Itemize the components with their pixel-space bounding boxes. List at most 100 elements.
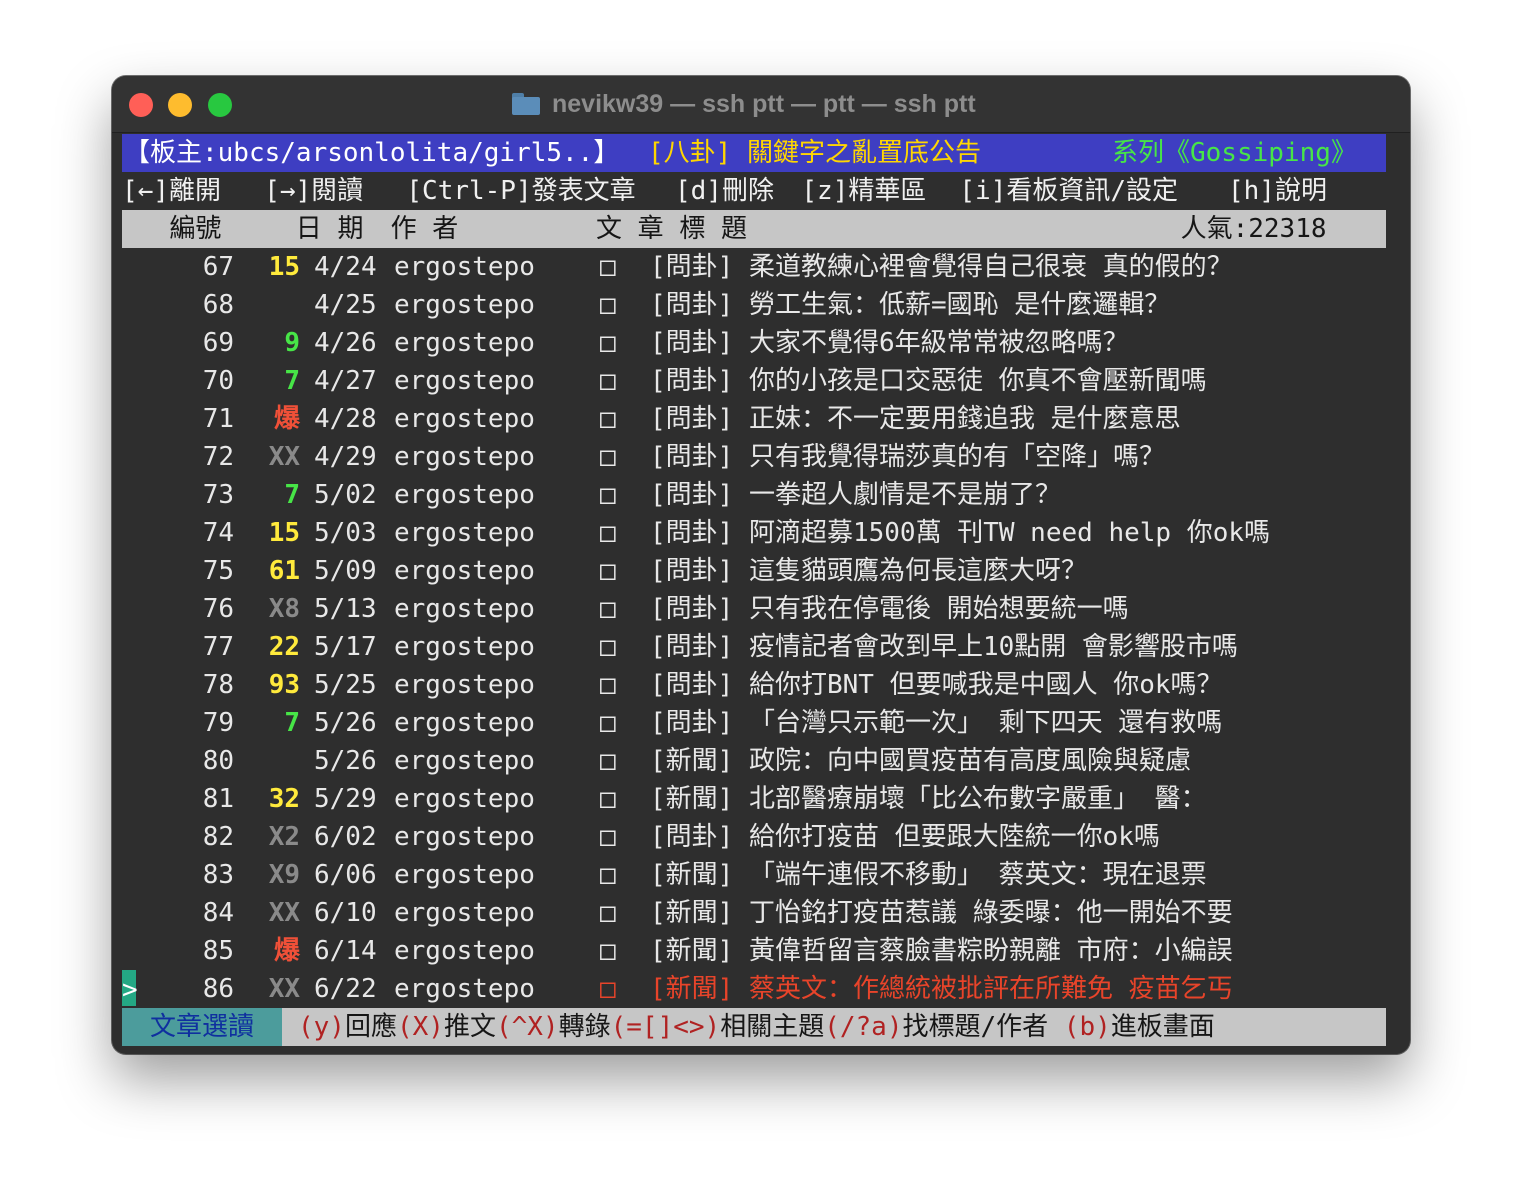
- post-number: 77: [202, 632, 234, 662]
- post-date: 5/03: [314, 518, 377, 548]
- help-text: 進板畫面: [1110, 1012, 1215, 1042]
- post-mark: □: [600, 898, 616, 928]
- post-mark: □: [600, 670, 616, 700]
- post-author: ergostepo: [394, 328, 535, 358]
- post-row[interactable]: 74 15 5/03 ergostepo □ [問卦] 阿滴超募1500萬 刊TW nee…: [122, 514, 1398, 552]
- minimize-button[interactable]: [168, 93, 192, 117]
- post-title: [問卦] 給你打BNT 但要喊我是中國人 你ok嗎？: [650, 670, 1223, 700]
- post-mark: □: [600, 290, 616, 320]
- post-date: 5/17: [314, 632, 377, 662]
- title-bar: nevikw39 — ssh ptt — ptt — ssh ptt: [112, 76, 1410, 133]
- post-author: ergostepo: [394, 442, 535, 472]
- post-row[interactable]: 85 爆 6/14 ergostepo □ [新聞] 黃偉哲留言蔡臉書粽盼親離 市府：小編…: [122, 932, 1398, 970]
- post-author: ergostepo: [394, 784, 535, 814]
- post-row[interactable]: 73 7 5/02 ergostepo □ [問卦] 一拳超人劇情是不是崩了？: [122, 476, 1398, 514]
- help-text: 回應: [344, 1012, 397, 1042]
- post-score: 爆: [273, 936, 300, 966]
- post-author: ergostepo: [394, 404, 535, 434]
- post-title: [問卦] 阿滴超募1500萬 刊TW need help 你ok嗎: [650, 518, 1271, 548]
- post-author: ergostepo: [394, 936, 535, 966]
- post-date: 5/26: [314, 708, 377, 738]
- post-number: 67: [202, 252, 234, 282]
- close-button[interactable]: [129, 93, 153, 117]
- post-score: 15: [268, 252, 300, 282]
- post-score: 7: [284, 366, 300, 396]
- post-date: 6/22: [314, 974, 377, 1004]
- post-row[interactable]: 76 X8 5/13 ergostepo □ [問卦] 只有我在停電後 開始想要統一嗎: [122, 590, 1398, 628]
- post-row[interactable]: 68 4/25 ergostepo □ [問卦] 勞工生氣：低薪=國恥 是什麼邏輯？: [122, 286, 1398, 324]
- post-row[interactable]: 79 7 5/26 ergostepo □ [問卦] 「台灣只示範一次」 剩下四天 還有救…: [122, 704, 1398, 742]
- post-row[interactable]: 69 9 4/26 ergostepo □ [問卦] 大家不覺得6年級常常被忽略嗎？: [122, 324, 1398, 362]
- post-title: [問卦] 一拳超人劇情是不是崩了？: [650, 480, 1061, 510]
- post-number: 84: [202, 898, 234, 928]
- post-title: [問卦] 柔道教練心裡會覺得自己很衰 真的假的？: [650, 252, 1233, 282]
- post-row[interactable]: 67 15 4/24 ergostepo □ [問卦] 柔道教練心裡會覺得自己很衰 真的假…: [122, 248, 1398, 286]
- menu-item[interactable]: [←]離開: [122, 172, 221, 210]
- help-key: (/?a): [824, 1012, 903, 1042]
- post-row[interactable]: 70 7 4/27 ergostepo □ [問卦] 你的小孩是口交惡徒 你真不會壓新聞嗎: [122, 362, 1398, 400]
- window-title: nevikw39 — ssh ptt — ptt — ssh ptt: [512, 88, 976, 120]
- terminal-content[interactable]: 【板主:ubcs/arsonlolita/girl5..】 [八卦] 關鍵字之亂…: [122, 134, 1398, 1046]
- post-row[interactable]: 71 爆 4/28 ergostepo □ [問卦] 正妹：不一定要用錢追我 是什麼意思: [122, 400, 1398, 438]
- post-mark: □: [600, 556, 616, 586]
- post-score: 7: [284, 708, 300, 738]
- menu-item[interactable]: [h]說明: [1228, 172, 1327, 210]
- post-number: 76: [202, 594, 234, 624]
- post-score: 32: [268, 784, 300, 814]
- post-author: ergostepo: [394, 252, 535, 282]
- board-header: 【板主:ubcs/arsonlolita/girl5..】 [八卦] 關鍵字之亂…: [122, 134, 1386, 172]
- post-mark: □: [600, 860, 616, 890]
- post-date: 4/27: [314, 366, 377, 396]
- post-row[interactable]: 78 93 5/25 ergostepo □ [問卦] 給你打BNT 但要喊我是中國人 你…: [122, 666, 1398, 704]
- menu-item[interactable]: [Ctrl-P]發表文章: [406, 172, 635, 210]
- menu-item[interactable]: [z]精華區: [801, 172, 926, 210]
- post-author: ergostepo: [394, 670, 535, 700]
- post-mark: □: [600, 632, 616, 662]
- post-row[interactable]: 83 X9 6/06 ergostepo □ [新聞] 「端午連假不移動」 蔡英文：現在退…: [122, 856, 1398, 894]
- post-row[interactable]: 75 61 5/09 ergostepo □ [問卦] 這隻貓頭鷹為何長這麼大呀？: [122, 552, 1398, 590]
- help-text: 找標題/作者: [902, 1012, 1049, 1042]
- post-row[interactable]: 81 32 5/29 ergostepo □ [新聞] 北部醫療崩壞「比公布數字嚴重」 醫…: [122, 780, 1398, 818]
- post-number: 78: [202, 670, 234, 700]
- post-date: 6/14: [314, 936, 377, 966]
- zoom-button[interactable]: [208, 93, 232, 117]
- post-date: 4/24: [314, 252, 377, 282]
- post-row[interactable]: 80 5/26 ergostepo □ [新聞] 政院：向中國買疫苗有高度風險與疑慮: [122, 742, 1398, 780]
- post-row[interactable]: 84 XX 6/10 ergostepo □ [新聞] 丁怡銘打疫苗惹議 綠委曝：他一開始…: [122, 894, 1398, 932]
- post-mark: □: [600, 784, 616, 814]
- post-author: ergostepo: [394, 290, 535, 320]
- post-date: 5/09: [314, 556, 377, 586]
- post-number: 85: [202, 936, 234, 966]
- post-number: 73: [202, 480, 234, 510]
- post-mark: □: [600, 594, 616, 624]
- post-mark: □: [600, 746, 616, 776]
- post-title: [問卦] 正妹：不一定要用錢追我 是什麼意思: [650, 404, 1181, 434]
- post-row[interactable]: >86 XX 6/22 ergostepo □ [新聞] 蔡英文：作總統被批評在所難免 疫…: [122, 970, 1398, 1008]
- post-number: 74: [202, 518, 234, 548]
- menu-item[interactable]: [d]刪除: [675, 172, 774, 210]
- post-author: ergostepo: [394, 708, 535, 738]
- post-score: X9: [268, 860, 300, 890]
- post-mark: □: [600, 442, 616, 472]
- footer-help: (y)回應(X)推文(^X)轉錄(=[]<>)相關主題(/?a)找標題/作者 (…: [298, 1008, 1215, 1046]
- post-title: [新聞] 「端午連假不移動」 蔡英文：現在退票: [650, 860, 1207, 890]
- menu-item[interactable]: [i]看板資訊/設定: [959, 172, 1178, 210]
- column-label: 日 期: [295, 214, 364, 244]
- post-row[interactable]: 77 22 5/17 ergostepo □ [問卦] 疫情記者會改到早上10點開 會影響…: [122, 628, 1398, 666]
- post-score: 7: [284, 480, 300, 510]
- board-announcement: [八卦] 關鍵字之亂置底公告: [648, 138, 981, 168]
- post-author: ergostepo: [394, 822, 535, 852]
- post-author: ergostepo: [394, 898, 535, 928]
- post-number: 81: [202, 784, 234, 814]
- menu-item[interactable]: [→]閱讀: [264, 172, 363, 210]
- post-number: 86: [202, 974, 234, 1004]
- post-title: [問卦] 大家不覺得6年級常常被忽略嗎？: [650, 328, 1129, 358]
- post-row[interactable]: 72 XX 4/29 ergostepo □ [問卦] 只有我覺得瑞莎真的有「空降」嗎？: [122, 438, 1398, 476]
- post-score: XX: [268, 898, 300, 928]
- post-row[interactable]: 82 X2 6/02 ergostepo □ [問卦] 給你打疫苗 但要跟大陸統一你ok嗎: [122, 818, 1398, 856]
- post-number: 80: [202, 746, 234, 776]
- post-mark: □: [600, 404, 616, 434]
- help-key: (y): [298, 1012, 345, 1042]
- post-number: 82: [202, 822, 234, 852]
- column-label: 文 章 標 題: [596, 214, 747, 244]
